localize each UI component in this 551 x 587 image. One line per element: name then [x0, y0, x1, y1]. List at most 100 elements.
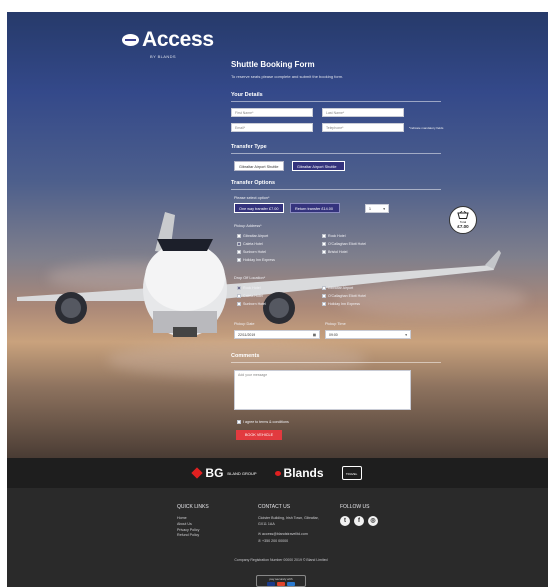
transfer-options-heading: Transfer Options [231, 180, 441, 190]
dropoff-item[interactable]: Rock Hotel [237, 286, 261, 290]
dropoff-item[interactable]: Sunborn Hotel [237, 302, 266, 306]
pickup-item-label: Gibraltar Airport [243, 234, 269, 238]
checkbox[interactable] [322, 242, 326, 246]
pickup-label: Pickup Address* [234, 224, 262, 228]
first-name-field[interactable]: First Name* [231, 108, 313, 117]
checkbox[interactable] [237, 258, 241, 262]
twitter-icon[interactable]: t [340, 516, 350, 526]
terms-label: I agree to terms & conditions [243, 420, 289, 424]
access-logo[interactable]: Access BY BLANDS [122, 28, 214, 59]
pickup-item-label: Bristol Hotel [328, 250, 348, 254]
chevron-down-icon: ▾ [383, 207, 385, 211]
passengers-select[interactable]: 1 ▾ [365, 204, 389, 213]
company-registration: Company Registration Number 00000 2019 ©… [234, 558, 328, 562]
dropoff-item[interactable]: O'Callaghan Eliott Hotel [322, 294, 366, 298]
shuttle-booking-form: Shuttle Booking Form To reserve seats pl… [231, 60, 443, 440]
pickup-time-select[interactable]: 09:00 ▾ [325, 330, 411, 339]
select-option-label: Please select option* [234, 196, 270, 200]
checkbox[interactable] [322, 302, 326, 306]
book-vehicle-button[interactable]: BOOK VEHICLE [236, 430, 282, 440]
follow-column: FOLLOW US t f ◎ [340, 504, 378, 526]
travel-logo[interactable]: TRAVEL [341, 466, 362, 480]
bland-group-logo[interactable]: BG BLAND GROUP [191, 466, 257, 480]
footer-link-refund[interactable]: Refund Policy [177, 533, 209, 539]
chevron-down-icon: ▾ [405, 333, 407, 337]
contact-phone[interactable]: +350 200 00000 [262, 539, 288, 543]
your-details-heading: Your Details [231, 92, 441, 102]
checkbox[interactable] [322, 234, 326, 238]
basket-icon [457, 211, 469, 219]
dropoff-item[interactable]: Holiday Inn Express [322, 302, 360, 306]
contact-heading: CONTACT US [258, 504, 291, 510]
pickup-item-label: Caleta Hotel [243, 242, 263, 246]
checkbox[interactable] [322, 286, 326, 290]
form-title: Shuttle Booking Form [231, 60, 315, 69]
site-footer: QUICK LINKS Home About Us Privacy Policy… [7, 488, 548, 587]
pickup-item[interactable]: Gibraltar Airport [237, 234, 268, 238]
pickup-date-field[interactable]: 22/11/2019 ▦ [234, 330, 320, 339]
dropoff-item-label: Rock Hotel [243, 286, 261, 290]
bg-logo-text: BG [205, 466, 224, 480]
pickup-item[interactable]: Rock Hotel [322, 234, 346, 238]
instagram-icon[interactable]: ◎ [368, 516, 378, 526]
transfer-type-option-2[interactable]: Gibraltar Airport Shuttle [292, 161, 345, 171]
pickup-item[interactable]: Caleta Hotel [237, 242, 263, 246]
pickup-time-label: Pickup Time [325, 322, 346, 326]
blands-logo-text: Blands [283, 466, 324, 480]
quick-links-heading: QUICK LINKS [177, 504, 209, 510]
pickup-date-value: 22/11/2019 [238, 333, 256, 337]
transfer-type-heading: Transfer Type [231, 144, 441, 154]
dropoff-label: Drop Off Location* [234, 276, 266, 280]
last-name-field[interactable]: Last Name* [322, 108, 404, 117]
checkbox[interactable] [237, 420, 241, 424]
logo-mark-icon [122, 34, 139, 46]
checkbox[interactable] [237, 302, 241, 306]
pickup-item-label: O'Callaghan Eliott Hotel [328, 242, 367, 246]
pickup-item-label: Sunborn Hotel [243, 250, 266, 254]
terms-checkbox-row[interactable]: I agree to terms & conditions [237, 420, 289, 424]
blands-logo[interactable]: Blands [274, 466, 324, 480]
contact-address: Cloister Building, Irish Town, Gibraltar… [258, 516, 319, 526]
follow-heading: FOLLOW US [340, 504, 370, 510]
pickup-item-label: Rock Hotel [328, 234, 346, 238]
quick-links-column: QUICK LINKS Home About Us Privacy Policy… [177, 504, 209, 539]
logo-subtitle: BY BLANDS [150, 54, 176, 59]
checkbox[interactable] [322, 250, 326, 254]
one-way-option[interactable]: One way transfer £7.00 [234, 203, 284, 213]
checkbox[interactable] [237, 234, 241, 238]
dropoff-item-label: Sunborn Hotel [243, 302, 266, 306]
contact-column: CONTACT US Cloister Building, Irish Town… [258, 504, 328, 545]
pickup-item[interactable]: Holiday Inn Express [237, 258, 275, 262]
calendar-icon: ▦ [312, 333, 316, 337]
comments-heading: Comments [231, 353, 441, 363]
required-note: *indicate mandatory fields [409, 126, 444, 130]
pickup-date-label: Pickup Date [234, 322, 255, 326]
diamond-icon [191, 467, 204, 479]
basket-total-badge[interactable]: Total £7.00 [449, 206, 477, 234]
hero-background: Access BY BLANDS Shuttle Booking Form To… [7, 12, 548, 458]
dropoff-item[interactable]: Caleta Hotel [237, 294, 263, 298]
checkbox-checked[interactable] [237, 286, 241, 290]
pickup-item-label: Holiday Inn Express [243, 258, 275, 262]
comments-textarea[interactable]: Add your message [234, 370, 411, 410]
checkbox[interactable] [237, 294, 241, 298]
pickup-item[interactable]: Bristol Hotel [322, 250, 347, 254]
dropoff-item-label: Gibraltar Airport [328, 286, 354, 290]
email-field[interactable]: Email* [231, 123, 313, 132]
telephone-field[interactable]: Telephone* [322, 123, 404, 132]
dropoff-item[interactable]: Gibraltar Airport [322, 286, 353, 290]
pickup-item[interactable]: Sunborn Hotel [237, 250, 266, 254]
checkbox[interactable] [322, 294, 326, 298]
mastercard-icon [277, 582, 285, 586]
facebook-icon[interactable]: f [354, 516, 364, 526]
checkbox[interactable] [237, 250, 241, 254]
return-option[interactable]: Return transfer £14.00 [290, 203, 340, 213]
pay-securely-label: pay securely with [269, 577, 293, 581]
partner-logos-bar: BG BLAND GROUP Blands TRAVEL [7, 458, 548, 488]
pickup-item[interactable]: O'Callaghan Eliott Hotel [322, 242, 366, 246]
transfer-type-option-1[interactable]: Gibraltar Airport Shuttle [234, 161, 284, 171]
checkbox-checked[interactable] [237, 242, 241, 246]
dropoff-item-label: Caleta Hotel [243, 294, 263, 298]
contact-email[interactable]: access@blandstravelltd.com [262, 532, 308, 536]
dropoff-item-label: O'Callaghan Eliott Hotel [328, 294, 367, 298]
